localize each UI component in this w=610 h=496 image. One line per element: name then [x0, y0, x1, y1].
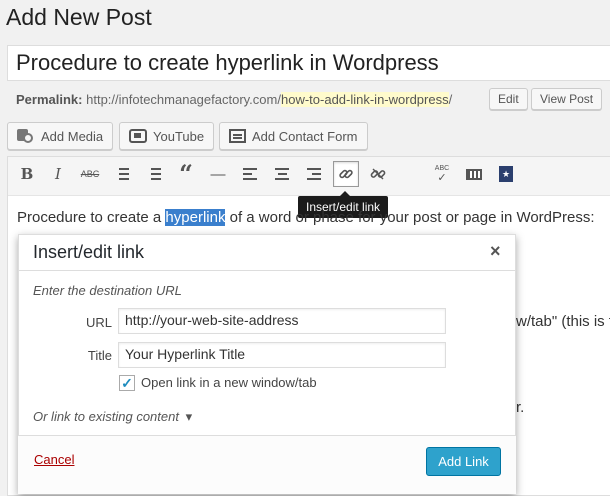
unlink-icon — [370, 168, 386, 180]
align-center-button[interactable] — [269, 161, 295, 187]
youtube-button[interactable]: YouTube — [119, 122, 215, 150]
close-icon[interactable]: × — [490, 241, 501, 262]
bookmark-button[interactable]: ★ — [493, 161, 519, 187]
add-media-button[interactable]: Add Media — [7, 122, 114, 150]
media-icon — [17, 128, 35, 144]
bookmark-star-icon: ★ — [499, 166, 513, 182]
content-first-line[interactable]: Procedure to create a hyperlink of a wor… — [17, 209, 595, 226]
align-center-icon — [275, 168, 289, 180]
content-text-before: Procedure to create a — [17, 209, 166, 226]
new-window-label[interactable]: Open link in a new window/tab — [141, 375, 317, 390]
toolbar-toggle-button[interactable] — [461, 161, 487, 187]
align-left-button[interactable] — [237, 161, 263, 187]
horizontal-line-button[interactable]: — — [205, 161, 231, 187]
url-input[interactable]: http://your-web-site-address — [118, 308, 446, 334]
selected-text: hyperlink — [165, 209, 226, 226]
permalink-slug[interactable]: how-to-add-link-in-wordpress — [280, 92, 449, 107]
permalink-base: http://infotechmanagefactory.com/ — [86, 92, 281, 107]
keyboard-icon — [466, 168, 482, 180]
align-right-button[interactable] — [301, 161, 327, 187]
youtube-icon — [129, 129, 147, 143]
add-media-label: Add Media — [41, 128, 104, 144]
unlink-button[interactable] — [365, 161, 391, 187]
italic-button[interactable]: I — [45, 161, 71, 187]
title-input[interactable]: Your Hyperlink Title — [118, 342, 446, 368]
new-window-checkbox[interactable]: ✓ — [119, 375, 135, 391]
existing-content-label: Or link to existing content — [33, 409, 179, 424]
strikethrough-button[interactable]: ABC — [77, 161, 103, 187]
content-fragment-tab: w/tab" (this is th — [516, 313, 610, 330]
permalink-end: / — [448, 92, 453, 107]
numbered-list-button[interactable] — [141, 161, 167, 187]
link-icon — [339, 169, 353, 179]
add-contact-form-button[interactable]: Add Contact Form — [219, 122, 368, 150]
bullet-list-button[interactable] — [109, 161, 135, 187]
content-text-after: of a word or phase for your post or page… — [225, 209, 595, 226]
add-link-button[interactable]: Add Link — [426, 447, 501, 476]
check-icon: ✓ — [437, 172, 447, 184]
existing-content-toggle[interactable]: Or link to existing content ▾ — [33, 409, 192, 425]
add-contact-form-label: Add Contact Form — [252, 128, 358, 144]
chevron-down-icon: ▾ — [185, 409, 193, 424]
bullet-list-icon — [115, 168, 129, 180]
edit-permalink-button[interactable]: Edit — [489, 88, 528, 110]
post-title-input[interactable]: Procedure to create hyperlink in Wordpre… — [7, 45, 610, 81]
page-title: Add New Post — [6, 4, 152, 30]
title-label: Title — [87, 348, 112, 363]
contact-form-icon — [229, 129, 246, 143]
youtube-label: YouTube — [153, 128, 205, 144]
url-label: URL — [85, 315, 112, 330]
align-right-icon — [307, 168, 321, 180]
permalink-label: Permalink: — [16, 92, 83, 107]
insert-link-button[interactable] — [333, 161, 359, 187]
spellcheck-button[interactable]: ABC ✓ — [429, 161, 455, 187]
numbered-list-icon — [147, 168, 161, 180]
view-post-button[interactable]: View Post — [531, 88, 603, 110]
bold-button[interactable]: B — [14, 161, 40, 187]
permalink-row: Permalink: http://infotechmanagefactory.… — [16, 92, 452, 107]
align-left-icon — [243, 168, 257, 180]
dialog-title: Insert/edit link — [33, 242, 145, 262]
blockquote-button[interactable]: “ — [173, 159, 199, 188]
cancel-link[interactable]: Cancel — [34, 452, 74, 467]
content-fragment-r: r. — [516, 399, 525, 416]
destination-url-hint: Enter the destination URL — [33, 283, 182, 298]
